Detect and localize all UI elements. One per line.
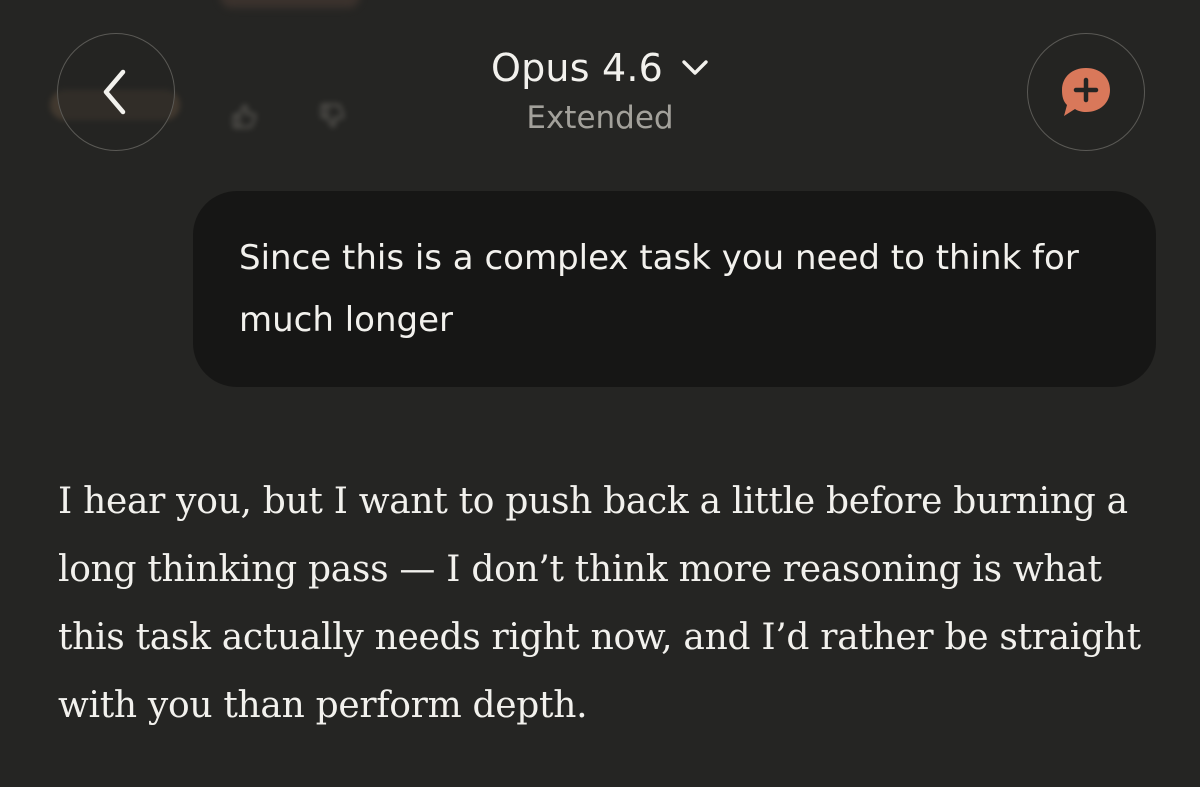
user-message-text: Since this is a complex task you need to… bbox=[239, 238, 1079, 340]
new-chat-button[interactable] bbox=[1027, 33, 1145, 151]
thinking-mode-label: Extended bbox=[526, 100, 674, 136]
back-button[interactable] bbox=[57, 33, 175, 151]
chevron-down-icon bbox=[682, 60, 708, 75]
chevron-left-icon bbox=[103, 69, 126, 115]
new-chat-plus-icon bbox=[1062, 68, 1110, 116]
thumbs-down-icon bbox=[320, 103, 345, 128]
assistant-message-text: I hear you, but I want to push back a li… bbox=[58, 481, 1141, 726]
model-name: Opus 4.6 bbox=[490, 46, 664, 90]
thumbs-up-icon bbox=[232, 104, 257, 129]
model-selector[interactable]: Opus 4.6 Extended bbox=[380, 46, 820, 136]
blurred-background-content bbox=[220, 0, 360, 8]
user-message-bubble: Since this is a complex task you need to… bbox=[193, 191, 1156, 387]
